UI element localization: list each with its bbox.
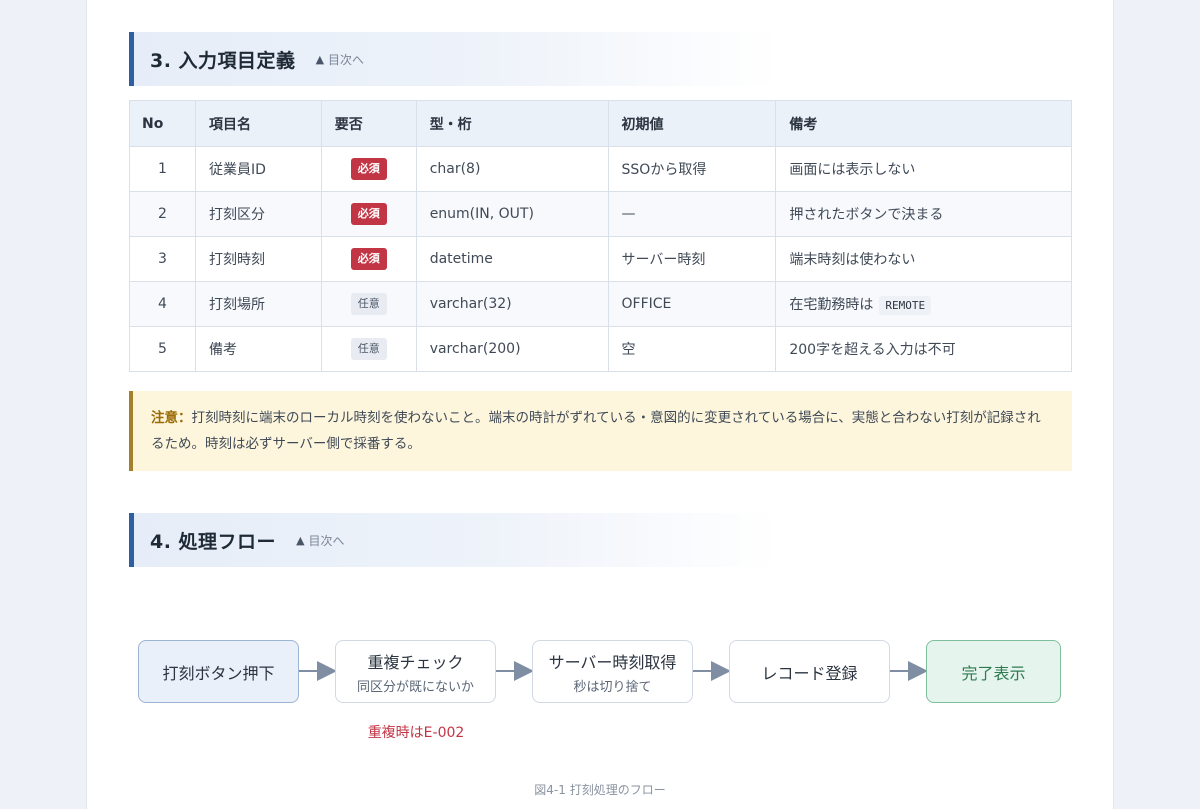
optional-badge: 任意 (350, 338, 387, 360)
toc-link[interactable]: ▲ 目次へ (316, 51, 364, 68)
cell-required: 必須 (320, 191, 417, 237)
table-row: 2 打刻区分 必須 enum(IN, OUT) — 押されたボタンで決まる (129, 191, 1072, 237)
cell-no: 5 (129, 326, 196, 372)
toc-link-label: 目次へ (308, 533, 345, 548)
triangle-up-icon: ▲ (296, 533, 305, 547)
flow-step-label: 打刻ボタン押下 (162, 663, 275, 683)
flow-step-record-register: レコード登録 (729, 640, 890, 703)
cell-initial: SSOから取得 (607, 146, 777, 192)
table-row: 5 備考 任意 varchar(200) 空 200字を超える入力は不可 (129, 326, 1072, 372)
cell-initial: OFFICE (607, 281, 777, 327)
column-header-name: 項目名 (194, 100, 322, 147)
flow-step-label: 完了表示 (961, 663, 1026, 683)
flow-step-sublabel: 同区分が既にないか (356, 679, 474, 695)
flow-step-stamp-button: 打刻ボタン押下 (138, 640, 299, 703)
column-header-initial: 初期値 (607, 100, 777, 147)
cell-name: 備考 (194, 326, 322, 372)
section-heading-3: 3. 入力項目定義 ▲ 目次へ (129, 32, 779, 86)
triangle-up-icon: ▲ (315, 52, 325, 66)
flow-step-complete: 完了表示 (926, 640, 1061, 703)
caution-label: 注意： (151, 410, 192, 426)
toc-link-label: 目次へ (328, 52, 365, 67)
input-definition-table: No 項目名 要否 型・桁 初期値 備考 1 従業員ID 必須 char(8) SSOか… (129, 100, 1072, 372)
remarks-text: 端末時刻は使わない (789, 252, 916, 268)
toc-link[interactable]: ▲ 目次へ (296, 532, 344, 549)
cell-remarks: 押されたボタンで決まる (775, 191, 1072, 237)
cell-name: 打刻場所 (194, 281, 322, 327)
column-header-type: 型・桁 (415, 100, 609, 147)
required-badge: 必須 (350, 248, 387, 270)
caution-note: 注意：打刻時刻に端末のローカル時刻を使わないこと。端末の時計がずれている・意図的… (129, 391, 1072, 471)
cell-type: enum(IN, OUT) (415, 191, 609, 237)
flow-step-sublabel: 秒は切り捨て (573, 679, 652, 695)
flow-step-label: サーバー時刻取得 (548, 652, 677, 672)
cell-initial: 空 (607, 326, 777, 372)
cell-name: 従業員ID (194, 146, 322, 192)
table-row: 4 打刻場所 任意 varchar(32) OFFICE 在宅勤務時は REMOTE (129, 281, 1072, 327)
remarks-text: 押されたボタンで決まる (789, 207, 944, 223)
cell-remarks: 端末時刻は使わない (775, 236, 1072, 282)
section-heading-4: 4. 処理フロー ▲ 目次へ (129, 513, 779, 567)
required-badge: 必須 (350, 158, 387, 180)
flow-step-duplicate-check: 重複チェック 同区分が既にないか (335, 640, 496, 703)
column-header-no: No (129, 100, 196, 147)
flow-step-label: 重複チェック (367, 652, 464, 672)
cell-no: 4 (129, 281, 196, 327)
cell-no: 2 (129, 191, 196, 237)
duplicate-error-note: 重複時はE-002 (367, 725, 465, 741)
cell-remarks: 画面には表示しない (775, 146, 1072, 192)
cell-required: 必須 (320, 146, 417, 192)
column-header-required: 要否 (320, 100, 417, 147)
flow-step-label: レコード登録 (761, 663, 858, 683)
required-badge: 必須 (350, 203, 387, 225)
cell-no: 1 (129, 146, 196, 192)
cell-initial: — (607, 191, 777, 237)
cell-type: varchar(32) (415, 281, 609, 327)
table-row: 1 従業員ID 必須 char(8) SSOから取得 画面には表示しない (129, 146, 1072, 192)
cell-initial: サーバー時刻 (607, 236, 777, 282)
cell-name: 打刻区分 (194, 191, 322, 237)
figure-caption: 図4-1 打刻処理のフロー (534, 783, 666, 797)
cell-required: 必須 (320, 236, 417, 282)
column-header-remarks: 備考 (775, 100, 1072, 147)
section-title: 3. 入力項目定義 (150, 49, 296, 72)
cell-type: varchar(200) (415, 326, 609, 372)
caution-text: 打刻時刻に端末のローカル時刻を使わないこと。端末の時計がずれている・意図的に変更… (151, 410, 1041, 452)
cell-no: 3 (129, 236, 196, 282)
cell-required: 任意 (320, 326, 417, 372)
table-header-row: No 項目名 要否 型・桁 初期値 備考 (129, 100, 1072, 147)
cell-remarks: 200字を超える入力は不可 (775, 326, 1072, 372)
table-row: 3 打刻時刻 必須 datetime サーバー時刻 端末時刻は使わない (129, 236, 1072, 282)
cell-type: char(8) (415, 146, 609, 192)
remarks-text: 在宅勤務時は (789, 297, 874, 313)
remarks-text: 画面には表示しない (789, 162, 916, 178)
section-title: 4. 処理フロー (150, 530, 277, 553)
flow-step-server-time: サーバー時刻取得 秒は切り捨て (532, 640, 693, 703)
cell-required: 任意 (320, 281, 417, 327)
cell-type: datetime (415, 236, 609, 282)
cell-name: 打刻時刻 (194, 236, 322, 282)
optional-badge: 任意 (350, 293, 387, 315)
remarks-code: REMOTE (879, 296, 932, 315)
cell-remarks: 在宅勤務時は REMOTE (775, 281, 1072, 327)
remarks-text: 200字を超える入力は不可 (789, 342, 956, 358)
